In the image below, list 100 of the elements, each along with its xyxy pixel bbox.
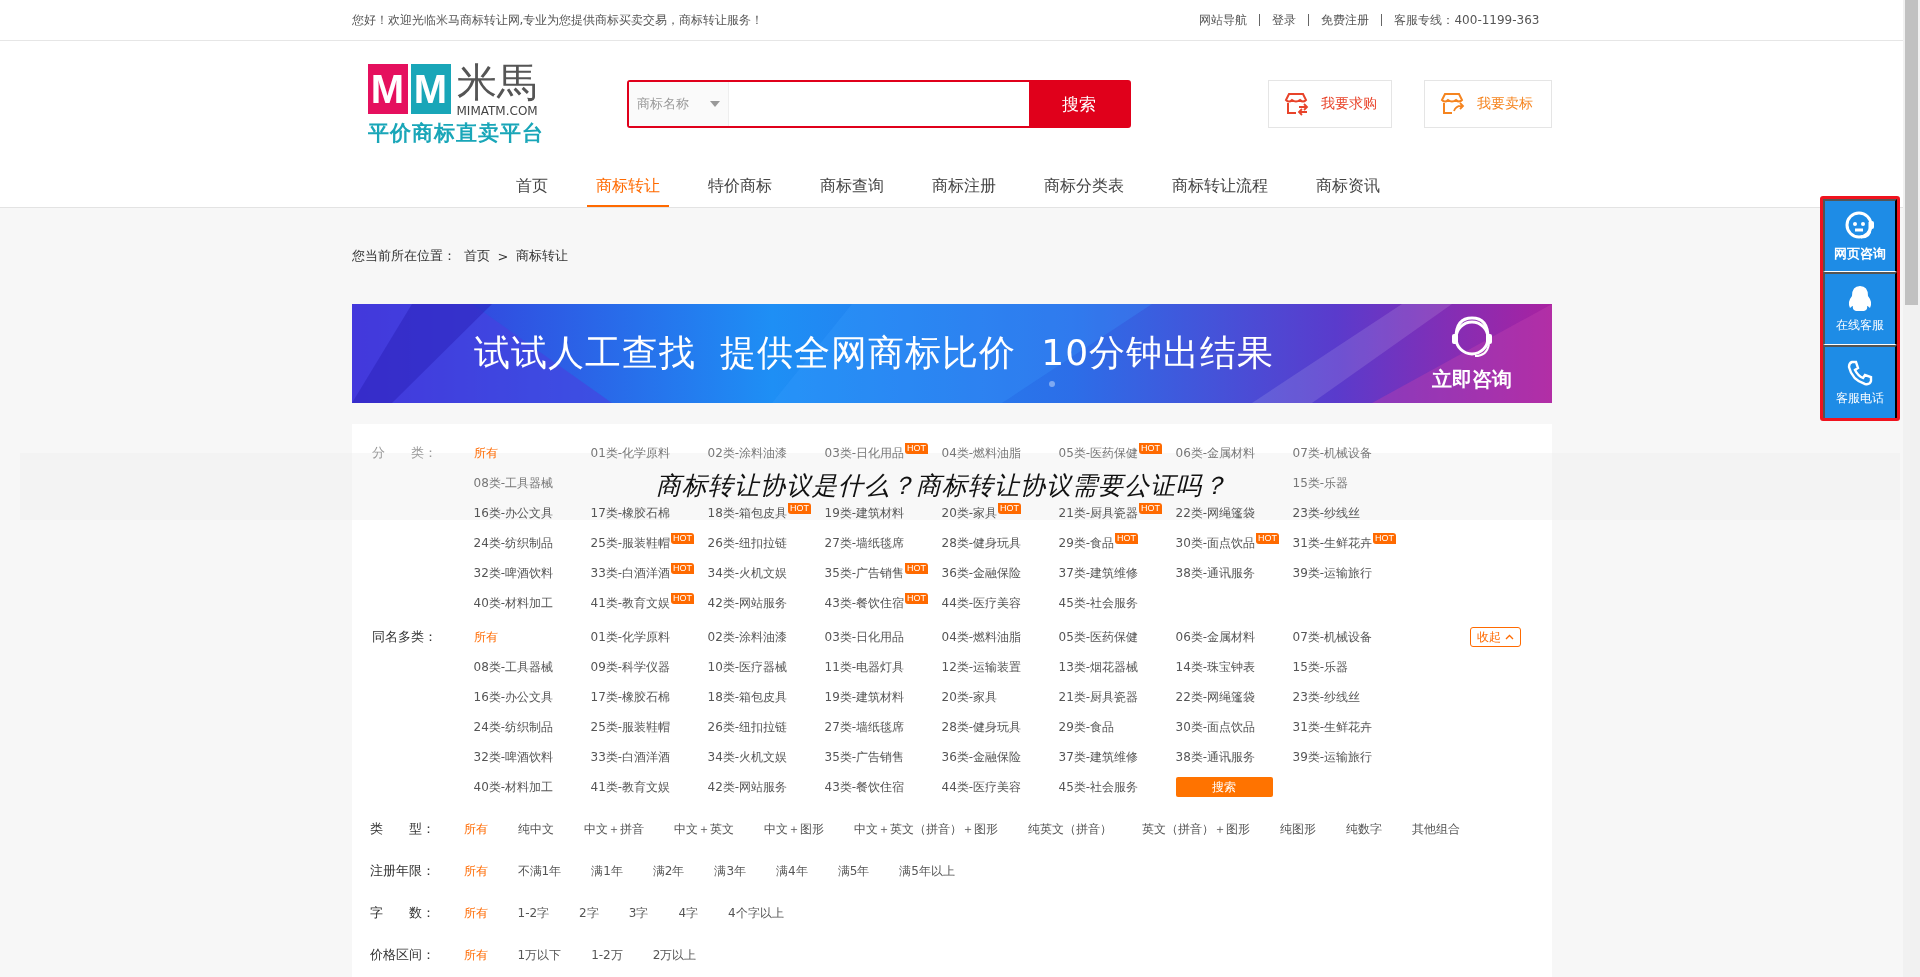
category-link[interactable]: 18类-箱包皮具 [707, 498, 788, 528]
category-link[interactable]: 08类-工具器械 [473, 652, 554, 682]
filter-option[interactable]: 中文＋拼音 [568, 820, 659, 838]
category-link[interactable]: 34类-火机文娱 [707, 558, 788, 588]
category-link[interactable]: 17类-橡胶石棉 [590, 498, 671, 528]
nav-tab[interactable]: 商标分类表 [1034, 176, 1133, 207]
category-link[interactable]: 27类-墙纸毯席 [824, 528, 905, 558]
filter-option[interactable]: 4字 [663, 904, 714, 922]
category-link[interactable]: 06类-金属材料 [1175, 438, 1256, 468]
filter-option[interactable]: 1-2万 [576, 946, 638, 964]
filter-option[interactable]: 1万以下 [502, 946, 577, 964]
category-link[interactable]: 08类-工具器械 [473, 468, 554, 498]
category-link[interactable]: 38类-通讯服务 [1175, 558, 1256, 588]
search-button[interactable]: 搜索 [1028, 82, 1129, 126]
category-link[interactable]: 37类-建筑维修 [1058, 742, 1139, 772]
filter-option[interactable]: 中文＋英文（拼音）＋图形 [838, 820, 1013, 838]
nav-tab[interactable]: 商标转让流程 [1162, 176, 1277, 207]
category-link[interactable]: 20类-家具 [941, 682, 998, 712]
nav-tab[interactable]: 首页 [506, 176, 557, 207]
category-link[interactable]: 39类-运输旅行 [1292, 558, 1373, 588]
category-link[interactable]: 35类-广告销售 [824, 742, 905, 772]
category-link[interactable]: 39类-运输旅行 [1292, 742, 1373, 772]
category-link[interactable]: 23类-纱线丝 [1292, 682, 1361, 712]
category-link[interactable]: 03类-日化用品 [824, 622, 905, 652]
filter-option[interactable]: 纯图形 [1264, 820, 1331, 838]
filter-option[interactable]: 纯数字 [1330, 820, 1397, 838]
category-link[interactable]: 30类-面点饮品 [1175, 712, 1256, 742]
category-link[interactable]: 45类-社会服务 [1058, 772, 1139, 802]
side-button[interactable]: 在线客服 [1823, 272, 1897, 345]
filter-option[interactable]: 中文＋图形 [748, 820, 839, 838]
category-link[interactable]: 25类-服装鞋帽 [590, 712, 671, 742]
category-link[interactable]: 42类-网站服务 [707, 772, 788, 802]
category-link[interactable]: 09类-科学仪器 [590, 652, 671, 682]
category-link[interactable]: 31类-生鲜花卉 [1292, 712, 1373, 742]
category-link[interactable]: 34类-火机文娱 [707, 742, 788, 772]
category-link[interactable]: 02类-涂料油漆 [707, 438, 788, 468]
category-link[interactable]: 02类-涂料油漆 [707, 622, 788, 652]
category-link[interactable]: 23类-纱线丝 [1292, 498, 1361, 528]
filter-option[interactable]: 不满1年 [502, 862, 577, 880]
breadcrumb-link[interactable]: 首页 [463, 247, 490, 265]
scrollbar[interactable] [1903, 0, 1920, 977]
category-link[interactable]: 04类-燃料油脂 [941, 438, 1022, 468]
category-link[interactable]: 42类-网站服务 [707, 588, 788, 618]
category-link[interactable]: 21类-厨具瓷器 [1058, 682, 1139, 712]
top-link[interactable]: 登录 [1259, 14, 1309, 26]
category-link[interactable]: 27类-墙纸毯席 [824, 712, 905, 742]
category-link[interactable]: 22类-网绳篷袋 [1175, 682, 1256, 712]
category-link[interactable]: 44类-医疗美容 [941, 772, 1022, 802]
category-link[interactable]: 43类-餐饮住宿 [824, 772, 905, 802]
category-link[interactable]: 40类-材料加工 [473, 588, 554, 618]
category-link[interactable]: 32类-啤酒饮料 [473, 558, 554, 588]
category-link[interactable]: 33类-白酒洋酒 [590, 558, 671, 588]
category-link[interactable]: 36类-金融保险 [941, 742, 1022, 772]
filter-option[interactable]: 中文＋英文 [658, 820, 749, 838]
category-link[interactable]: 10类-医疗器械 [707, 652, 788, 682]
category-link[interactable]: 30类-面点饮品 [1175, 528, 1256, 558]
filter-option[interactable]: 4个字以上 [713, 904, 799, 922]
filter-option[interactable]: 满5年以上 [884, 862, 970, 880]
category-link[interactable]: 15类-乐器 [1292, 652, 1349, 682]
filter-option[interactable]: 纯英文（拼音） [1012, 820, 1127, 838]
category-link[interactable]: 29类-食品 [1058, 712, 1115, 742]
category-link[interactable]: 37类-建筑维修 [1058, 558, 1139, 588]
category-link[interactable]: 05类-医药保健 [1058, 438, 1139, 468]
category-link[interactable]: 17类-橡胶石棉 [590, 682, 671, 712]
category-link[interactable]: 40类-材料加工 [473, 772, 554, 802]
filter-option[interactable]: 纯中文 [502, 820, 569, 838]
category-link[interactable]: 25类-服装鞋帽 [590, 528, 671, 558]
category-link[interactable]: 06类-金属材料 [1175, 622, 1256, 652]
category-link[interactable]: 29类-食品 [1058, 528, 1115, 558]
category-link[interactable]: 16类-办公文具 [473, 498, 554, 528]
category-link[interactable]: 26类-纽扣拉链 [707, 712, 788, 742]
category-link[interactable]: 04类-燃料油脂 [941, 622, 1022, 652]
filter-option[interactable]: 3字 [613, 904, 664, 922]
filter-option[interactable]: 满4年 [761, 862, 823, 880]
side-button[interactable]: 客服电话 [1823, 345, 1897, 418]
promo-banner[interactable]: 试试人工查找 提供全网商标比价 10分钟出结果 立即咨询 [351, 304, 1552, 403]
category-link[interactable]: 12类-运输装置 [941, 652, 1022, 682]
filter-option[interactable]: 满5年 [822, 862, 885, 880]
category-link[interactable]: 33类-白酒洋酒 [590, 742, 671, 772]
category-link[interactable]: 36类-金融保险 [941, 558, 1022, 588]
category-link[interactable]: 41类-教育文娱 [590, 588, 671, 618]
buy-button[interactable]: 我要求购 [1267, 80, 1392, 128]
filter-option[interactable]: 满2年 [637, 862, 700, 880]
filter-option[interactable]: 满3年 [699, 862, 762, 880]
category-link[interactable]: 41类-教育文娱 [590, 772, 671, 802]
category-link[interactable]: 44类-医疗美容 [941, 588, 1022, 618]
category-link[interactable]: 43类-餐饮住宿 [824, 588, 905, 618]
category-link[interactable]: 07类-机械设备 [1292, 622, 1373, 652]
category-link[interactable]: 18类-箱包皮具 [707, 682, 788, 712]
category-link[interactable]: 24类-纺织制品 [473, 712, 554, 742]
category-link[interactable]: 05类-医药保健 [1058, 622, 1139, 652]
category-link[interactable]: 24类-纺织制品 [473, 528, 554, 558]
category-link[interactable]: 22类-网绳篷袋 [1175, 498, 1256, 528]
category-link[interactable]: 01类-化学原料 [590, 622, 671, 652]
consult-link[interactable]: 立即咨询 [1431, 366, 1512, 393]
category-link[interactable]: 14类-珠宝钟表 [1175, 652, 1256, 682]
category-link[interactable]: 19类-建筑材料 [824, 498, 905, 528]
nav-tab[interactable]: 商标注册 [922, 176, 1005, 207]
category-link[interactable]: 45类-社会服务 [1058, 588, 1139, 618]
category-link[interactable]: 16类-办公文具 [473, 682, 554, 712]
